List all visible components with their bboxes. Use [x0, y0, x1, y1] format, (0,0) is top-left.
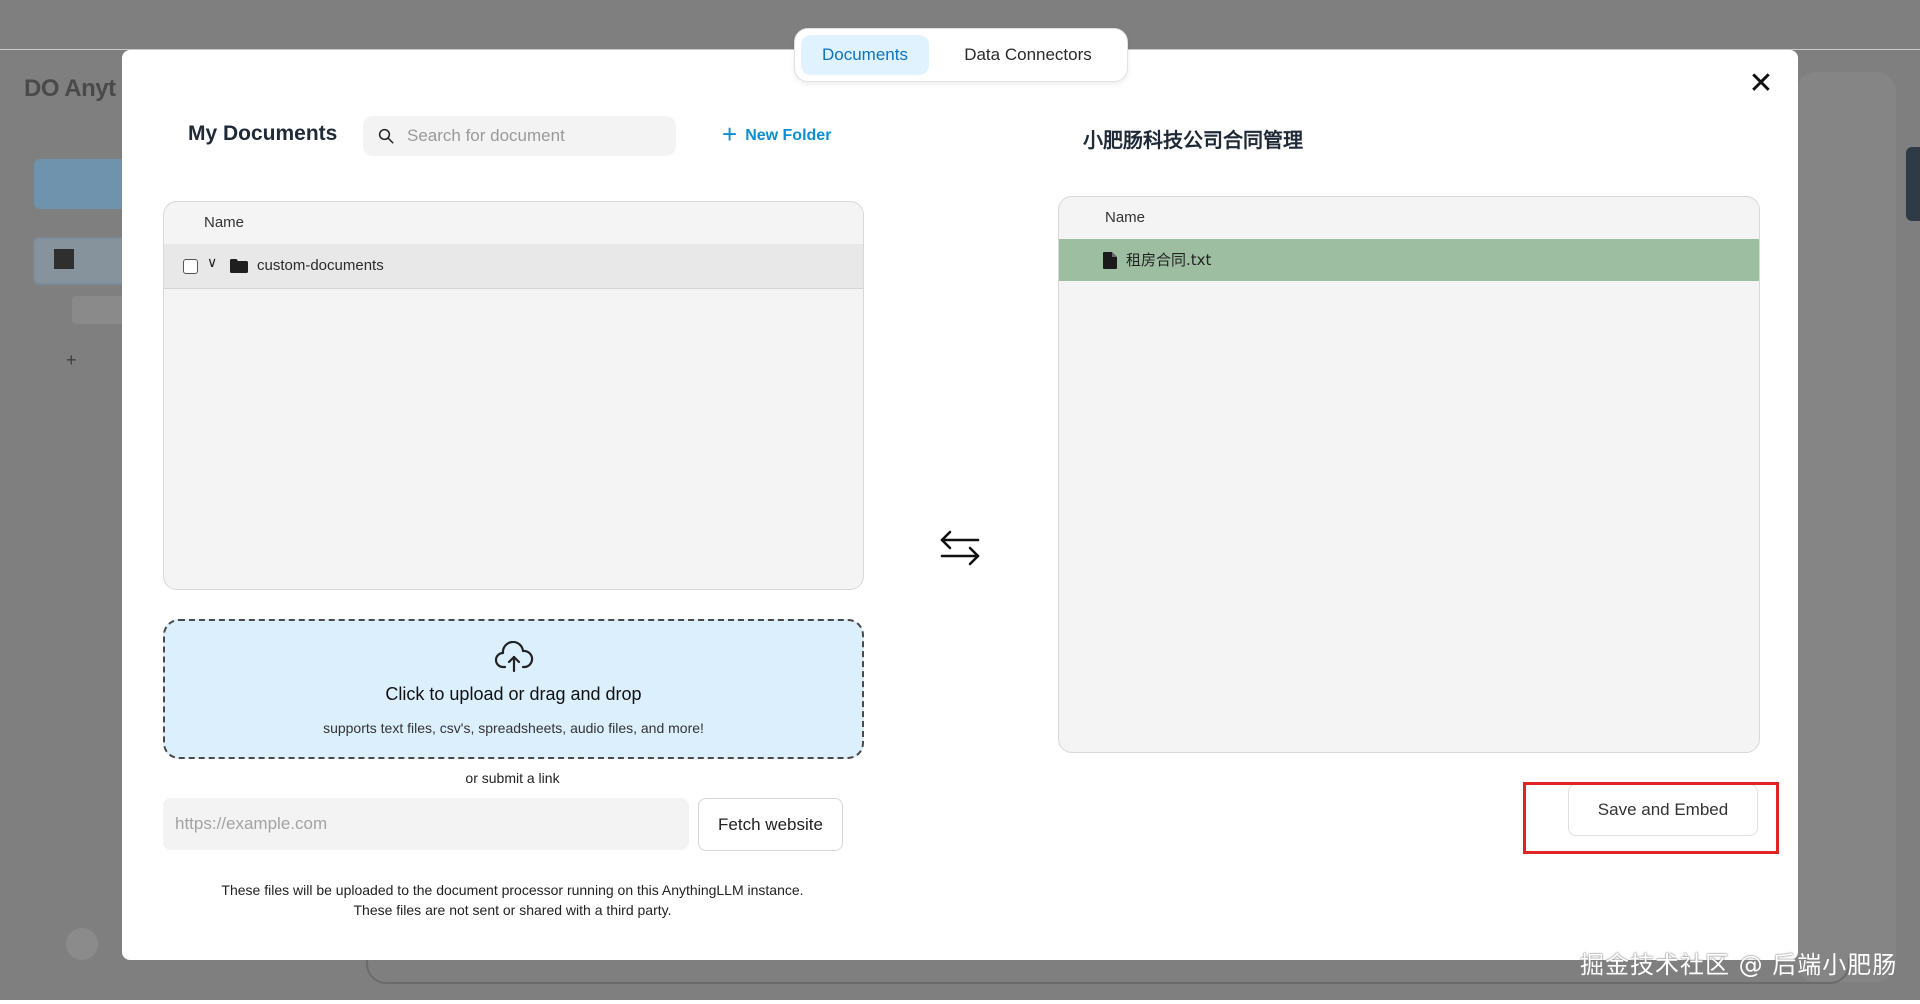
row-checkbox[interactable] [183, 259, 198, 274]
modal-tabs: Documents Data Connectors [794, 28, 1128, 82]
background-chat-panel [1796, 72, 1896, 982]
background-workspace-icon [54, 249, 74, 269]
new-folder-button[interactable]: + New Folder [722, 121, 832, 148]
watermark: 掘金技术社区 @ 后端小肥肠 [1580, 951, 1898, 979]
table-header: Name [164, 202, 863, 245]
search-input[interactable] [407, 116, 667, 156]
swap-arrows-icon[interactable] [938, 526, 982, 570]
upload-subtitle: supports text files, csv's, spreadsheets… [323, 720, 704, 736]
plus-icon: + [722, 119, 738, 149]
table-header: Name [1059, 197, 1759, 240]
background-new-thread-icon: + [66, 350, 77, 370]
file-icon [1103, 252, 1117, 269]
folder-icon [230, 259, 248, 273]
upload-privacy-note: These files will be uploaded to the docu… [163, 880, 862, 920]
background-settings-icon [66, 928, 98, 960]
chevron-down-icon[interactable]: ∨ [207, 254, 217, 271]
fetch-website-button[interactable]: Fetch website [698, 798, 843, 851]
submit-link-label: or submit a link [465, 770, 560, 786]
workspace-title: 小肥肠科技公司合同管理 [1083, 128, 1303, 152]
upload-title: Click to upload or drag and drop [385, 684, 642, 704]
background-scroll-indicator [1906, 147, 1920, 221]
note-line-2: These files are not sent or shared with … [353, 902, 672, 918]
new-folder-label: New Folder [745, 127, 832, 145]
url-input[interactable] [163, 798, 689, 850]
close-icon[interactable]: ✕ [1744, 67, 1778, 101]
table-row[interactable]: 租房合同.txt [1059, 239, 1759, 281]
file-name: 租房合同.txt [1126, 251, 1212, 269]
table-row[interactable]: ∨ custom-documents [164, 244, 863, 289]
upload-dropzone[interactable]: Click to upload or drag and drop support… [163, 619, 864, 759]
name-column-header: Name [1105, 209, 1146, 226]
highlight-box [1523, 782, 1779, 854]
note-line-1: These files will be uploaded to the docu… [221, 882, 804, 898]
tab-data-connectors[interactable]: Data Connectors [935, 35, 1121, 75]
search-icon [378, 128, 394, 144]
my-documents-title: My Documents [188, 122, 338, 145]
background-app-logo: DO Anyt [24, 75, 116, 102]
folder-name: custom-documents [257, 257, 384, 274]
my-documents-table: Name ∨ custom-documents [163, 201, 864, 590]
search-box [363, 116, 676, 156]
background-bottom-strip [0, 1000, 1920, 1004]
workspace-documents-table: Name 租房合同.txt [1058, 196, 1760, 753]
name-column-header: Name [204, 214, 245, 231]
cloud-upload-icon [494, 641, 534, 673]
background-new-workspace-button [34, 159, 130, 209]
tab-documents[interactable]: Documents [801, 35, 929, 75]
